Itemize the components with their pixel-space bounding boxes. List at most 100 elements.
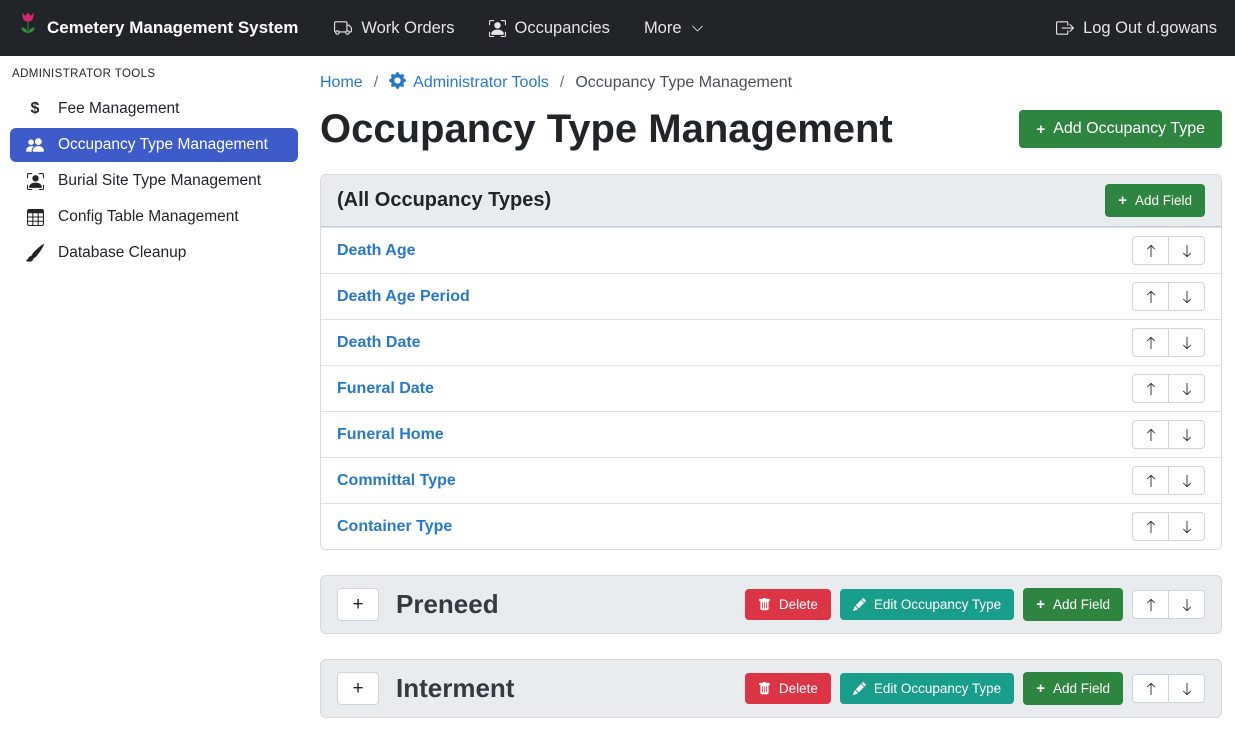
- add-field-label: Add Field: [1135, 194, 1192, 208]
- move-up-button[interactable]: [1132, 282, 1169, 311]
- sidebar-item-occupancy-type-management[interactable]: Occupancy Type Management: [10, 128, 298, 162]
- sidebar-item-label: Config Table Management: [58, 208, 239, 226]
- add-field-label: Add Field: [1053, 598, 1110, 612]
- sidebar-item-label: Burial Site Type Management: [58, 172, 261, 190]
- arrow-up-icon: [1144, 428, 1158, 442]
- nav-more-label: More: [644, 19, 682, 38]
- field-link[interactable]: Death Age: [337, 242, 416, 260]
- section-title: Preneed: [396, 589, 499, 620]
- field-row: Committal Type: [321, 457, 1221, 503]
- person-frame-icon: [489, 20, 506, 37]
- sidebar-item-label: Fee Management: [58, 100, 180, 118]
- move-down-button[interactable]: [1168, 512, 1205, 541]
- field-link[interactable]: Funeral Date: [337, 380, 434, 398]
- add-field-button[interactable]: + Add Field: [1023, 672, 1123, 705]
- occupancy-type-section-interment: + Interment Delete Edit Occupancy Type +…: [320, 659, 1222, 718]
- nav-occupancies[interactable]: Occupancies: [489, 19, 610, 38]
- arrow-down-icon: [1180, 598, 1194, 612]
- arrow-down-icon: [1180, 382, 1194, 396]
- chevron-down-icon: [691, 22, 704, 35]
- move-up-button[interactable]: [1132, 512, 1169, 541]
- move-up-button[interactable]: [1132, 328, 1169, 357]
- arrow-up-icon: [1144, 682, 1158, 696]
- add-field-label: Add Field: [1053, 682, 1110, 696]
- page-title: Occupancy Type Management: [320, 104, 893, 154]
- sidebar-item-burial-site-type-management[interactable]: Burial Site Type Management: [10, 164, 298, 198]
- move-down-button[interactable]: [1168, 236, 1205, 265]
- move-up-button[interactable]: [1132, 420, 1169, 449]
- move-down-button[interactable]: [1168, 328, 1205, 357]
- delete-button[interactable]: Delete: [745, 589, 831, 621]
- arrow-down-icon: [1180, 428, 1194, 442]
- breadcrumb-administrator-tools[interactable]: Administrator Tools: [389, 72, 549, 94]
- reorder-buttons: [1132, 466, 1205, 495]
- trash-icon: [758, 682, 771, 695]
- breadcrumb-home[interactable]: Home: [320, 74, 363, 92]
- table-icon: [24, 209, 46, 226]
- delete-button[interactable]: Delete: [745, 673, 831, 705]
- move-down-button[interactable]: [1168, 466, 1205, 495]
- logout-link[interactable]: Log Out d.gowans: [1056, 19, 1217, 38]
- edit-occupancy-type-button[interactable]: Edit Occupancy Type: [840, 673, 1014, 705]
- field-row: Container Type: [321, 503, 1221, 549]
- all-occupancy-types-card: (All Occupancy Types) + Add Field Death …: [320, 174, 1222, 550]
- arrow-down-icon: [1180, 290, 1194, 304]
- sidebar-heading: ADMINISTRATOR TOOLS: [0, 68, 308, 90]
- expand-button[interactable]: +: [337, 588, 379, 621]
- sidebar-item-fee-management[interactable]: $ Fee Management: [10, 92, 298, 126]
- expand-button[interactable]: +: [337, 672, 379, 705]
- field-link[interactable]: Funeral Home: [337, 426, 444, 444]
- nav-work-orders[interactable]: Work Orders: [334, 19, 454, 38]
- reorder-buttons: [1132, 512, 1205, 541]
- move-up-button[interactable]: [1132, 674, 1169, 703]
- edit-occupancy-type-button[interactable]: Edit Occupancy Type: [840, 589, 1014, 621]
- breadcrumb-separator: /: [560, 74, 564, 92]
- plus-icon: +: [352, 679, 363, 698]
- section-title: Interment: [396, 673, 514, 704]
- arrow-up-icon: [1144, 598, 1158, 612]
- reorder-buttons: [1132, 328, 1205, 357]
- logout-label: Log Out d.gowans: [1083, 19, 1217, 38]
- sidebar-item-config-table-management[interactable]: Config Table Management: [10, 200, 298, 234]
- main-nav: Work Orders Occupancies More: [334, 19, 703, 38]
- edit-label: Edit Occupancy Type: [874, 598, 1001, 612]
- nav-more[interactable]: More: [644, 19, 704, 38]
- main-content: Home / Administrator Tools / Occupancy T…: [308, 56, 1235, 738]
- move-up-button[interactable]: [1132, 466, 1169, 495]
- reorder-buttons: [1132, 420, 1205, 449]
- top-navbar: Cemetery Management System Work Orders O…: [0, 0, 1235, 56]
- move-down-button[interactable]: [1168, 374, 1205, 403]
- app-brand[interactable]: Cemetery Management System: [18, 12, 298, 44]
- field-link[interactable]: Death Date: [337, 334, 421, 352]
- add-field-button[interactable]: + Add Field: [1105, 184, 1205, 217]
- users-icon: [24, 136, 46, 154]
- field-link[interactable]: Container Type: [337, 518, 452, 536]
- move-up-button[interactable]: [1132, 590, 1169, 619]
- move-down-button[interactable]: [1168, 282, 1205, 311]
- arrow-down-icon: [1180, 682, 1194, 696]
- breadcrumb-current: Occupancy Type Management: [575, 74, 792, 92]
- breadcrumb-home-label: Home: [320, 74, 363, 92]
- add-occupancy-type-button[interactable]: + Add Occupancy Type: [1019, 110, 1222, 148]
- sidebar-item-database-cleanup[interactable]: Database Cleanup: [10, 236, 298, 270]
- sidebar-item-label: Occupancy Type Management: [58, 136, 268, 154]
- move-down-button[interactable]: [1168, 590, 1205, 619]
- gear-icon: [389, 72, 406, 94]
- arrow-up-icon: [1144, 290, 1158, 304]
- plus-icon: +: [1036, 681, 1045, 696]
- plus-icon: +: [352, 595, 363, 614]
- card-title: (All Occupancy Types): [337, 189, 551, 212]
- field-link[interactable]: Committal Type: [337, 472, 456, 490]
- arrow-down-icon: [1180, 336, 1194, 350]
- page-header: Occupancy Type Management + Add Occupanc…: [320, 104, 1222, 154]
- move-up-button[interactable]: [1132, 236, 1169, 265]
- breadcrumb: Home / Administrator Tools / Occupancy T…: [320, 72, 1222, 94]
- occupancy-type-section-preneed: + Preneed Delete Edit Occupancy Type + A…: [320, 575, 1222, 634]
- move-down-button[interactable]: [1168, 420, 1205, 449]
- add-field-button[interactable]: + Add Field: [1023, 588, 1123, 621]
- move-up-button[interactable]: [1132, 374, 1169, 403]
- move-down-button[interactable]: [1168, 674, 1205, 703]
- reorder-buttons: [1132, 236, 1205, 265]
- logout-icon: [1056, 19, 1074, 37]
- field-link[interactable]: Death Age Period: [337, 288, 470, 306]
